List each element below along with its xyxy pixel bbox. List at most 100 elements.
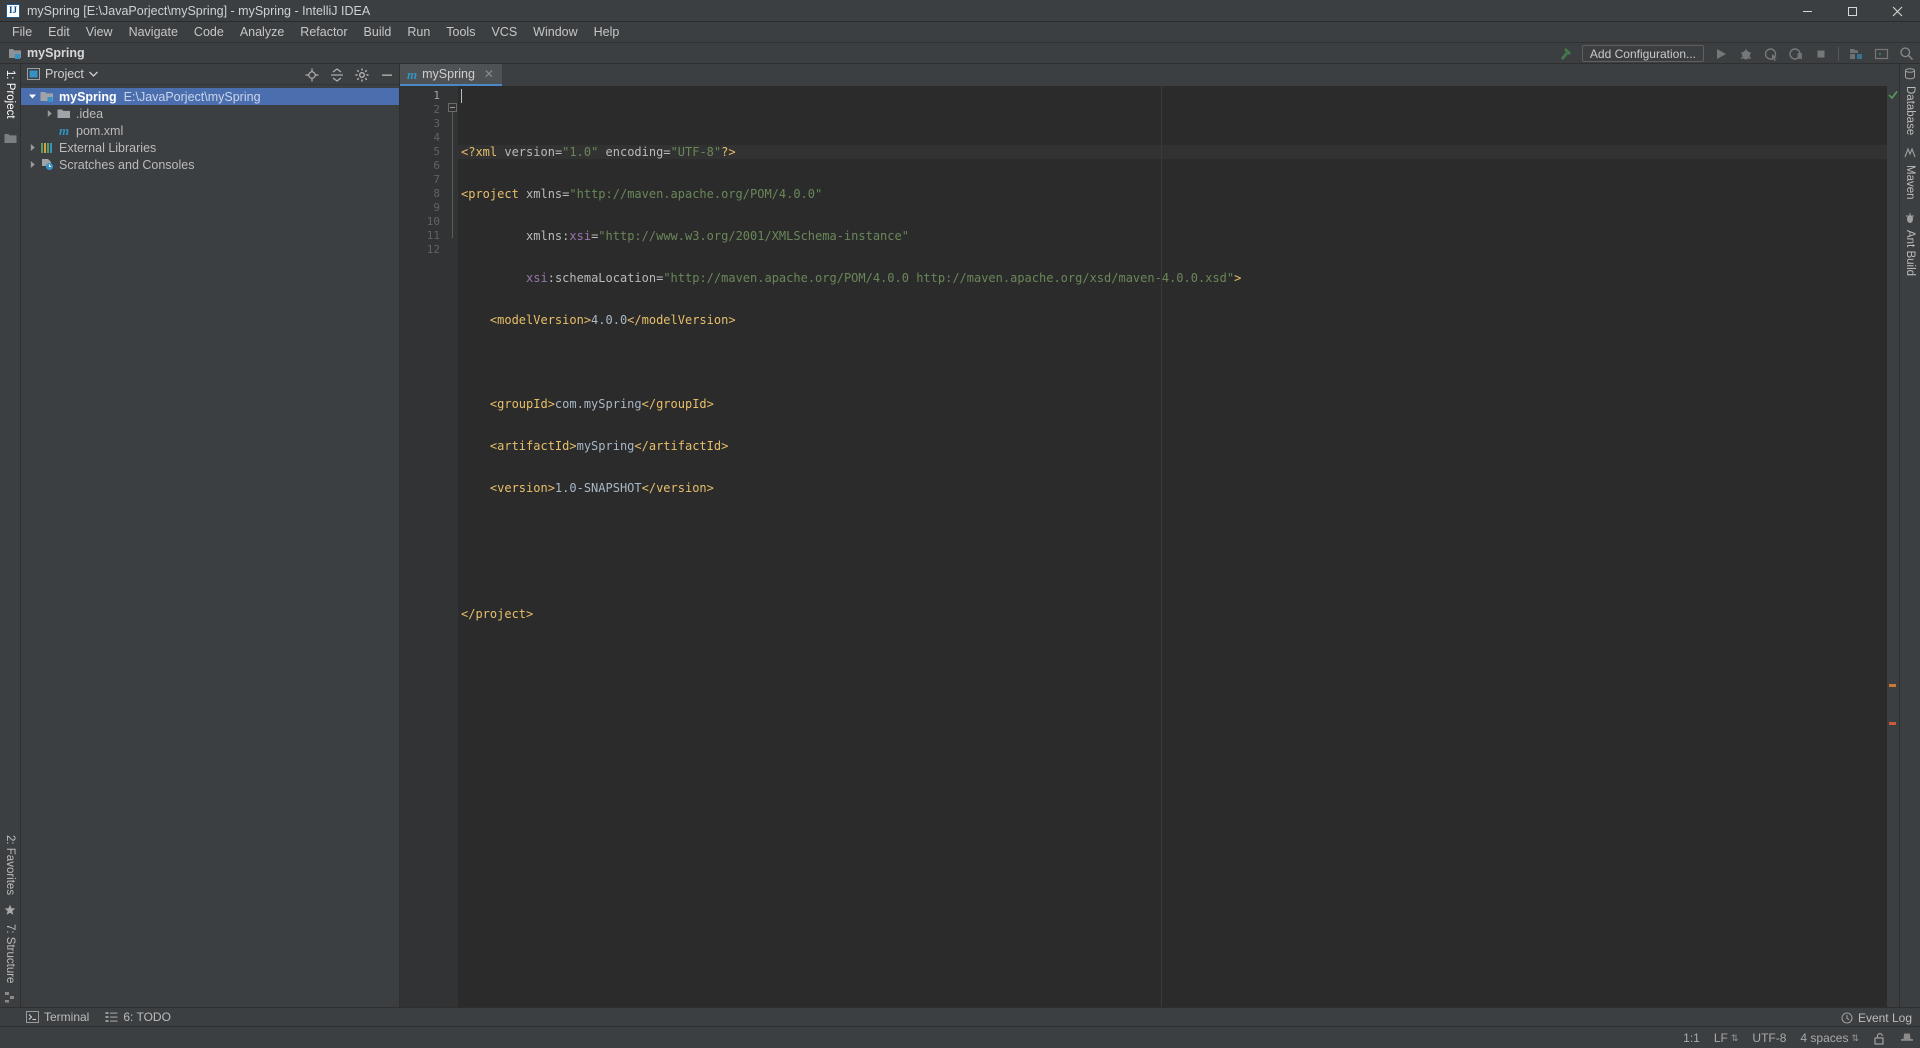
tree-node-external-libraries[interactable]: External Libraries — [21, 139, 399, 156]
error-stripe-scrollbar[interactable] — [1887, 86, 1899, 1007]
unlocked-icon[interactable] — [1873, 1032, 1886, 1045]
menu-code[interactable]: Code — [186, 23, 232, 41]
menu-help[interactable]: Help — [586, 23, 628, 41]
indent-selector[interactable]: 4 spaces ⇅ — [1800, 1031, 1859, 1045]
code-token: 1.0-SNAPSHOT — [554, 481, 642, 495]
tree-node-label: External Libraries — [59, 140, 157, 155]
menu-refactor[interactable]: Refactor — [292, 23, 355, 41]
minimize-button[interactable] — [1785, 0, 1830, 22]
debug-icon[interactable] — [1738, 46, 1754, 62]
hammer-build-icon[interactable] — [1557, 46, 1573, 62]
menu-tools[interactable]: Tools — [438, 23, 483, 41]
maven-icon[interactable] — [1904, 147, 1916, 159]
console-icon[interactable] — [1873, 46, 1889, 62]
project-panel-header: Project — [21, 64, 399, 85]
editor-tab-myspring[interactable]: m mySpring ✕ — [400, 64, 502, 86]
menu-vcs[interactable]: VCS — [483, 23, 525, 41]
maximize-button[interactable] — [1830, 0, 1875, 22]
project-view-icon — [27, 68, 40, 80]
code-content[interactable]: <?xml version="1.0" encoding="UTF-8"?> <… — [458, 86, 1887, 1007]
tool-window-maven[interactable]: Maven — [1904, 163, 1916, 202]
tree-node-myspring[interactable]: mySpring E:\JavaPorject\mySpring — [21, 88, 399, 105]
line-number: 11 — [426, 229, 440, 242]
menu-window[interactable]: Window — [525, 23, 585, 41]
tree-node-scratches-and-consoles[interactable]: Scratches and Consoles — [21, 156, 399, 173]
line-number: 1 — [433, 89, 440, 102]
database-icon[interactable] — [1904, 68, 1916, 80]
stop-icon[interactable] — [1813, 46, 1829, 62]
chevron-collapsed-icon[interactable] — [25, 141, 39, 155]
code-line-2: <project xmlns="http://maven.apache.org/… — [458, 187, 1887, 201]
search-everywhere-icon[interactable] — [1898, 46, 1914, 62]
editor-body[interactable]: 1 2 3 4 5 6 7 8 9 10 11 12 <?xml version… — [400, 86, 1899, 1007]
project-panel-actions — [305, 64, 394, 85]
tool-window-favorites[interactable]: 2: Favorites — [4, 833, 16, 897]
chevron-expanded-icon[interactable] — [25, 90, 39, 104]
menu-view[interactable]: View — [78, 23, 121, 41]
project-tool-window: Project mySpring E:\JavaPorject\mySpring… — [21, 64, 400, 1007]
tree-node-pom-xml[interactable]: m pom.xml — [21, 122, 399, 139]
breadcrumb[interactable]: mySpring — [8, 46, 85, 60]
tool-window-terminal[interactable]: Terminal — [26, 1010, 89, 1024]
add-configuration-button[interactable]: Add Configuration... — [1581, 45, 1704, 62]
line-separator-selector[interactable]: LF ⇅ — [1714, 1031, 1739, 1045]
chevron-down-icon[interactable] — [88, 71, 98, 77]
code-token: xmlns — [518, 187, 563, 201]
code-token: <artifactId> — [461, 439, 577, 453]
maven-file-icon: m — [58, 123, 70, 138]
locate-icon[interactable] — [305, 68, 319, 82]
project-tree: mySpring E:\JavaPorject\mySpring .idea m — [21, 85, 399, 1007]
tool-window-database[interactable]: Database — [1904, 84, 1916, 137]
close-icon[interactable]: ✕ — [484, 67, 494, 81]
tree-node-idea[interactable]: .idea — [21, 105, 399, 122]
close-button[interactable] — [1875, 0, 1920, 22]
tool-window-todo[interactable]: 6: TODO — [105, 1010, 171, 1024]
run-icon[interactable] — [1713, 46, 1729, 62]
folder-icon — [56, 106, 72, 122]
chevron-collapsed-icon[interactable] — [42, 107, 56, 121]
settings-gear-icon[interactable] — [355, 68, 369, 82]
fold-collapse-icon[interactable] — [448, 103, 457, 112]
star-icon[interactable] — [4, 904, 16, 916]
code-token: 4.0.0 — [591, 313, 628, 327]
chevron-collapsed-icon[interactable] — [25, 158, 39, 172]
menu-navigate[interactable]: Navigate — [121, 23, 186, 41]
tool-window-project[interactable]: 1: Project — [4, 68, 16, 121]
profile-icon[interactable] — [1788, 46, 1804, 62]
code-token: "http://maven.apache.org/POM/4.0.0" — [569, 187, 823, 201]
structure-icon[interactable] — [4, 991, 16, 1003]
tree-node-label: pom.xml — [76, 123, 124, 138]
fold-region-line — [452, 112, 453, 238]
ant-build-icon[interactable] — [1904, 212, 1916, 224]
todo-icon — [105, 1011, 118, 1023]
menu-analyze[interactable]: Analyze — [232, 23, 292, 41]
folder-icon[interactable] — [4, 133, 17, 144]
code-folding-gutter[interactable] — [447, 86, 458, 1007]
tree-node-label: mySpring — [59, 89, 117, 104]
menu-build[interactable]: Build — [356, 23, 400, 41]
code-line-5: <modelVersion>4.0.0</modelVersion> — [458, 313, 1887, 327]
line-number: 3 — [433, 117, 440, 130]
encoding-selector[interactable]: UTF-8 — [1752, 1031, 1786, 1045]
caret-position[interactable]: 1:1 — [1683, 1031, 1700, 1045]
menu-edit[interactable]: Edit — [40, 23, 78, 41]
code-token: <groupId> — [461, 397, 555, 411]
line-number: 10 — [426, 215, 440, 228]
updown-arrows-icon: ⇅ — [1730, 1032, 1739, 1043]
project-structure-icon[interactable] — [1848, 46, 1864, 62]
tool-window-ant-build[interactable]: Ant Build — [1904, 228, 1916, 278]
run-with-coverage-icon[interactable] — [1763, 46, 1779, 62]
error-stripe-mark[interactable] — [1889, 684, 1896, 687]
hide-icon[interactable] — [380, 68, 394, 82]
menu-run[interactable]: Run — [399, 23, 438, 41]
tool-window-structure[interactable]: 7: Structure — [4, 922, 16, 985]
error-stripe-mark[interactable] — [1889, 722, 1896, 725]
menu-file[interactable]: File — [4, 23, 40, 41]
event-log-button[interactable]: Event Log — [1841, 1008, 1912, 1027]
project-view-selector[interactable]: Project — [27, 67, 98, 81]
code-line-9: <version>1.0-SNAPSHOT</version> — [458, 481, 1887, 495]
collapse-all-icon[interactable] — [330, 67, 344, 82]
inspector-hat-icon[interactable] — [1900, 1032, 1914, 1045]
